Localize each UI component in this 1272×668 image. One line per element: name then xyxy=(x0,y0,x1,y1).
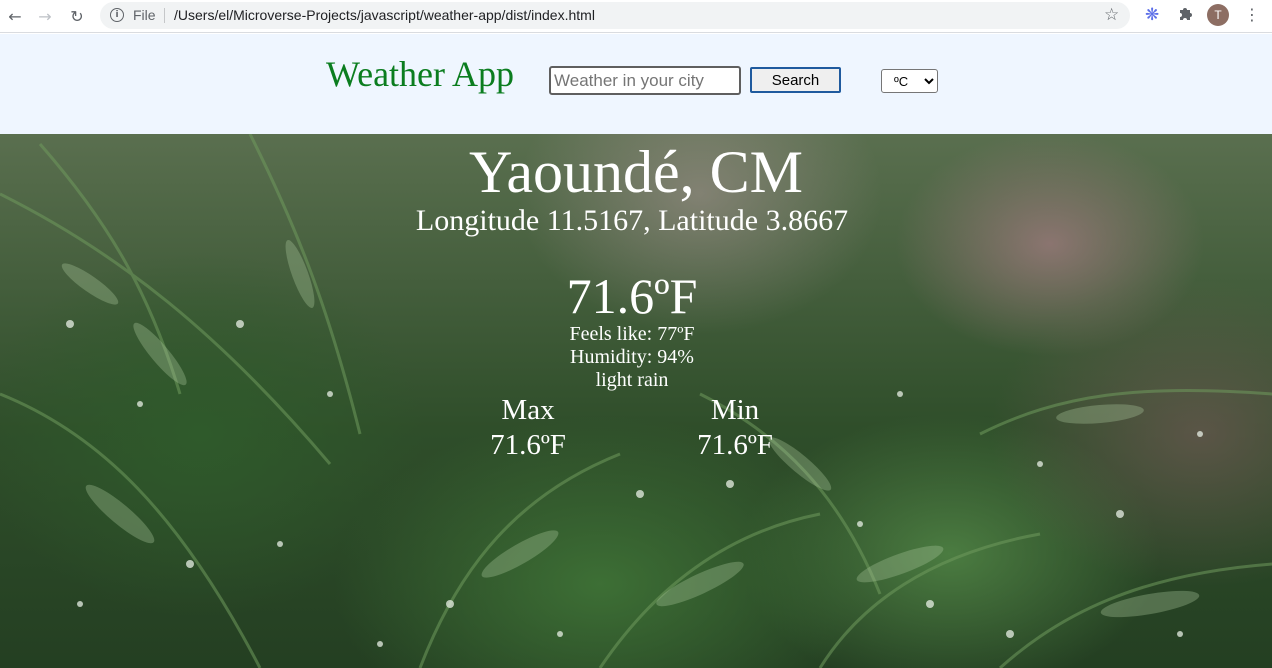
search-input[interactable] xyxy=(549,66,741,95)
search-button[interactable]: Search xyxy=(750,67,841,93)
file-label: File xyxy=(133,7,156,23)
forward-arrow-icon[interactable]: → xyxy=(34,5,56,27)
separator xyxy=(164,8,165,23)
reload-icon[interactable]: ↻ xyxy=(66,5,88,27)
weather-display: Yaoundé, CM Longitude 11.5167, Latitude … xyxy=(0,134,1272,668)
app-title: Weather App xyxy=(326,54,515,94)
feels-like: Feels like: 77ºF xyxy=(569,323,695,345)
current-temperature: 71.6ºF xyxy=(566,268,698,324)
unit-select[interactable]: ºC xyxy=(881,69,938,93)
app-header: Weather App Search ºC xyxy=(0,34,1272,134)
url-text[interactable]: /Users/el/Microverse-Projects/javascript… xyxy=(174,7,595,23)
menu-icon[interactable]: ⋮ xyxy=(1244,6,1260,24)
back-arrow-icon[interactable]: ← xyxy=(4,5,26,27)
extension-icon[interactable]: ❋ xyxy=(1145,5,1159,25)
browser-toolbar: ← → ↻ i File /Users/el/Microverse-Projec… xyxy=(0,0,1272,33)
address-bar[interactable]: i File /Users/el/Microverse-Projects/jav… xyxy=(100,2,1130,29)
city-name: Yaoundé, CM xyxy=(469,139,803,205)
max-label: Max xyxy=(501,394,555,426)
info-icon[interactable]: i xyxy=(110,8,124,22)
max-temperature: 71.6ºF xyxy=(490,429,566,461)
weather-description: light rain xyxy=(595,369,669,391)
humidity: Humidity: 94% xyxy=(570,346,694,368)
coordinates: Longitude 11.5167, Latitude 3.8667 xyxy=(415,204,849,237)
avatar[interactable]: T xyxy=(1207,4,1229,26)
min-label: Min xyxy=(710,394,760,426)
puzzle-icon[interactable] xyxy=(1178,5,1194,21)
star-icon[interactable]: ☆ xyxy=(1104,5,1119,25)
min-temperature: 71.6ºF xyxy=(697,429,773,461)
